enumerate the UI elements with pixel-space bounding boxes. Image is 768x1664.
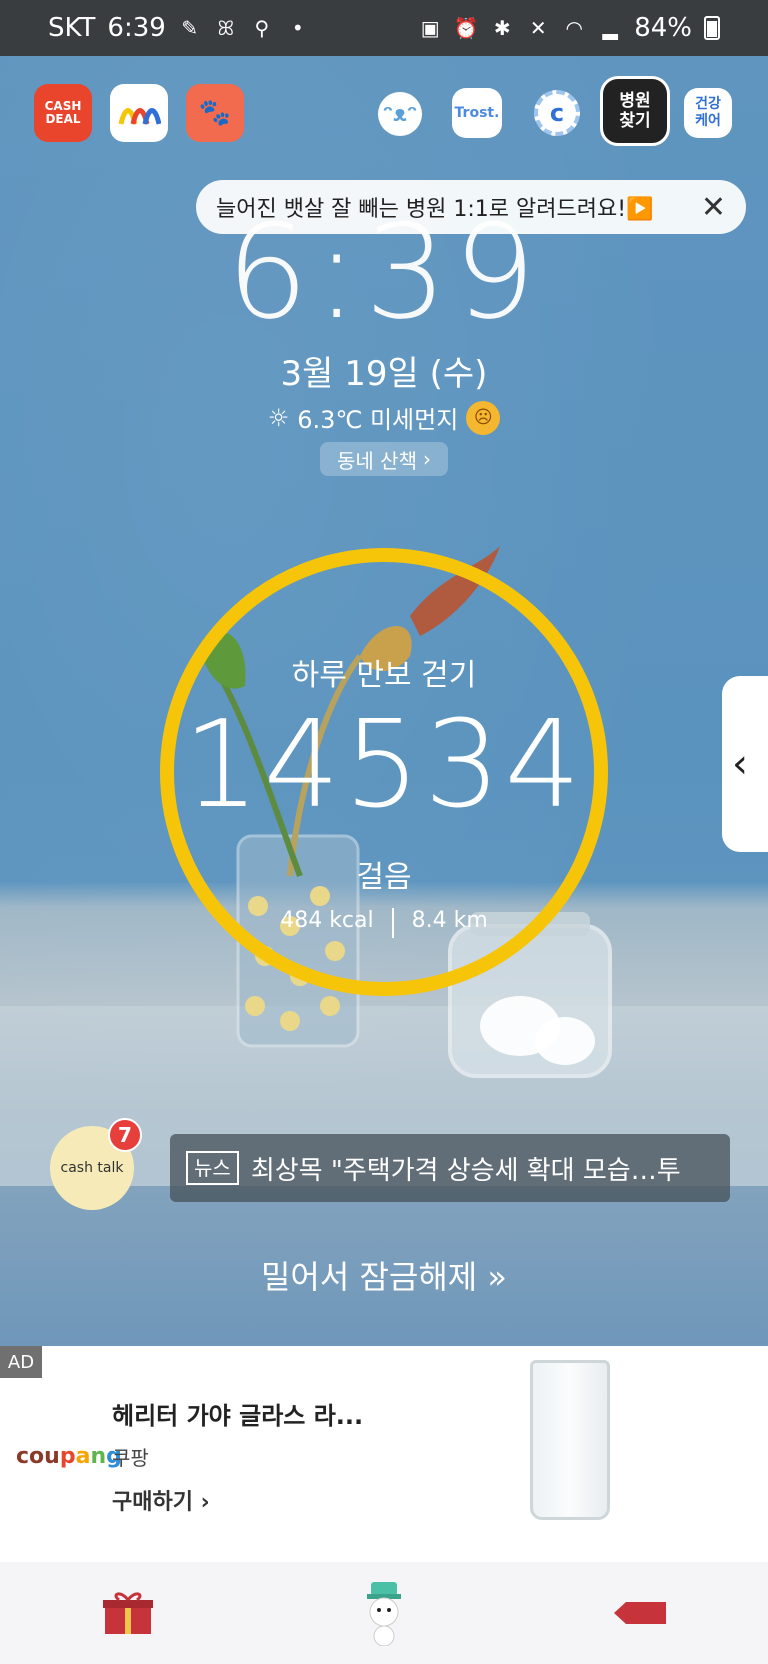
bluetooth-icon: ✱ — [493, 16, 511, 40]
kcal-value: 484 kcal — [280, 908, 374, 933]
rabbit-icon: ꕤ — [217, 16, 235, 40]
notification-icon: ✎ — [181, 16, 199, 40]
dust-face-icon: ☹ — [466, 400, 501, 435]
buy-button[interactable]: 구매하기 › — [112, 1484, 210, 1516]
chevron-left-icon: ‹ — [732, 741, 748, 787]
gift-icon[interactable] — [93, 1578, 163, 1648]
mm-app-icon[interactable] — [110, 84, 168, 142]
health-care-icon[interactable]: 건강 케어 — [684, 88, 732, 138]
pointer-icon[interactable] — [605, 1578, 675, 1648]
wifi-icon: ◠ — [565, 16, 583, 40]
battery-saver-icon: ▣ — [420, 16, 440, 40]
stats-divider — [391, 908, 394, 938]
lock-screen: CASH DEAL 🐾 ᵔᴥᵔ Trost. c 병원 찾기 건강 케어 늘어진… — [0, 56, 768, 1346]
walk-chip-label: 동네 산책 — [337, 448, 417, 473]
walking-icon: ⚲ — [254, 16, 270, 40]
coupang-logo: coupang — [16, 1444, 122, 1469]
sun-icon: ☼ — [267, 403, 290, 432]
unlock-text: 밀어서 잠금해제 — [260, 1258, 478, 1296]
mute-icon: ✕ — [529, 16, 547, 40]
battery-icon — [704, 16, 720, 40]
top-app-shortcuts: CASH DEAL 🐾 ᵔᴥᵔ Trost. c 병원 찾기 건강 케어 — [34, 76, 734, 148]
buy-label: 구매하기 — [112, 1490, 193, 1515]
snowman-icon[interactable] — [349, 1578, 419, 1648]
ad-label: AD — [0, 1346, 42, 1378]
chevron-right-icon: › — [422, 447, 431, 471]
double-chevron-right-icon: » — [487, 1258, 507, 1296]
alarm-icon: ⏰ — [453, 16, 479, 40]
side-panel-tab[interactable]: ‹ — [722, 676, 768, 852]
signal-icon: ▂ — [602, 16, 618, 40]
notification-badge: 7 — [108, 1118, 142, 1152]
cat-app-icon[interactable]: ᵔᴥᵔ — [378, 92, 422, 136]
news-ticker[interactable]: 뉴스 최상목 "주택가격 상승세 확대 모습…투 — [170, 1134, 730, 1202]
rainbow-icon — [118, 108, 161, 125]
distance-value: 8.4 km — [411, 908, 488, 933]
carrier-label: SKT — [48, 13, 96, 43]
chevron-right-icon: › — [200, 1490, 210, 1515]
news-tag: 뉴스 — [186, 1151, 239, 1185]
news-headline: 최상목 "주택가격 상승세 확대 모습…투 — [250, 1155, 681, 1186]
walk-stats: 484 kcal 8.4 km — [0, 908, 768, 938]
ad-title: 헤리터 가야 글라스 라... — [112, 1402, 364, 1430]
weather-text: 6.3℃ 미세먼지 — [297, 406, 459, 434]
c-app-icon[interactable]: c — [534, 90, 580, 136]
weather-row: ☼ 6.3℃ 미세먼지 ☹ — [0, 400, 768, 435]
status-bar: SKT 6:39 ✎ ꕤ ⚲ • ▣ ⏰ ✱ ✕ ◠ ▂ 84% — [0, 0, 768, 56]
ad-card[interactable]: AD coupang 헤리터 가야 글라스 라... 쿠팡 구매하기 › — [0, 1346, 768, 1562]
ad-seller: 쿠팡 — [112, 1446, 149, 1470]
step-count: 14534 — [183, 696, 585, 835]
dot-icon: • — [291, 16, 304, 40]
battery-percent: 84% — [634, 13, 692, 43]
status-time: 6:39 — [107, 13, 166, 43]
cashtalk-label: cash talk — [60, 1160, 124, 1176]
product-image — [530, 1360, 610, 1520]
neighborhood-walk-button[interactable]: 동네 산책 › — [320, 442, 448, 476]
bottom-nav — [0, 1562, 768, 1664]
walk-goal-title: 하루 만보 걷기 — [291, 658, 477, 693]
lock-date: 3월 19일 (수) — [280, 354, 488, 394]
lock-clock: 6:39 — [226, 196, 542, 348]
swipe-unlock-hint[interactable]: 밀어서 잠금해제 » — [0, 1252, 768, 1298]
cashtree-app-icon[interactable]: 🐾 — [186, 84, 244, 142]
trost-app-icon[interactable]: Trost. — [452, 88, 502, 138]
step-unit: 걸음 — [356, 860, 412, 895]
hospital-finder-icon[interactable]: 병원 찾기 — [600, 76, 670, 146]
cashdeal-app-icon[interactable]: CASH DEAL — [34, 84, 92, 142]
